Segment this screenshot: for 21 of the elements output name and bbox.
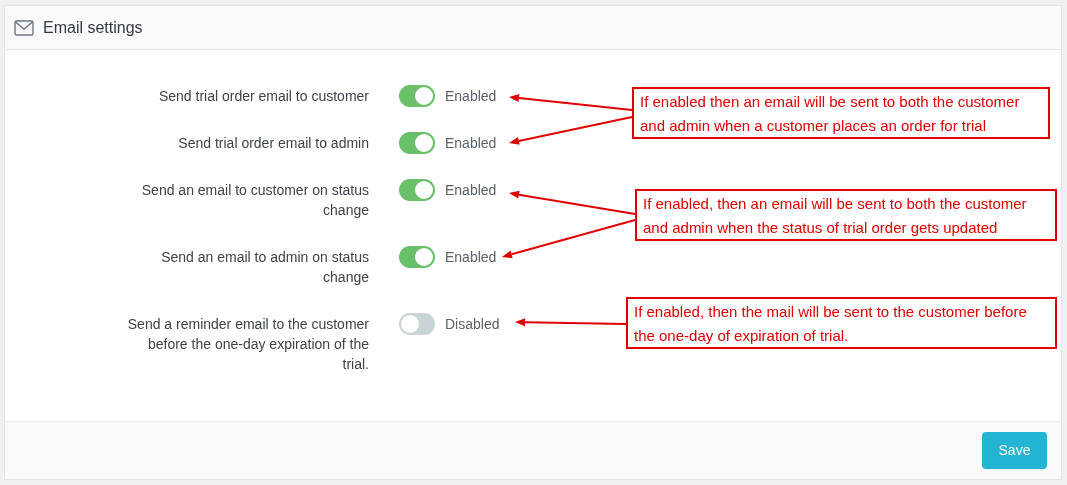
setting-label: Send trial order email to admin: [177, 134, 369, 153]
toggle-switch[interactable]: [399, 179, 435, 201]
annotation-callout: If enabled then an email will be sent to both the customer and admin when a customer places an order for trial: [632, 87, 1050, 139]
panel-title: Email settings: [43, 17, 143, 38]
annotation-callout: If enabled, then the mail will be sent to the customer before the one-day of expiration of trial.: [626, 297, 1057, 349]
toggle-status: Enabled: [445, 247, 497, 267]
envelope-icon: [14, 19, 34, 36]
setting-label: Send a reminder email to the customer before the one-day expiration of the trial.: [126, 315, 369, 374]
setting-label: Send an email to admin on status change: [160, 248, 369, 287]
toggle-status: Enabled: [445, 133, 497, 153]
setting-label: Send an email to customer on status change: [140, 181, 369, 220]
toggle-status: Enabled: [445, 180, 497, 200]
toggle-switch[interactable]: [399, 313, 435, 335]
toggle-status: Enabled: [445, 86, 497, 106]
setting-label: Send trial order email to customer: [157, 87, 369, 106]
toggle-switch[interactable]: [399, 132, 435, 154]
save-button[interactable]: Save: [982, 432, 1047, 469]
toggle-switch[interactable]: [399, 85, 435, 107]
toggle-status: Disabled: [445, 314, 500, 334]
toggle-switch[interactable]: [399, 246, 435, 268]
annotation-callout: If enabled, then an email will be sent to both the customer and admin when the status of trial order gets updated: [635, 189, 1057, 241]
